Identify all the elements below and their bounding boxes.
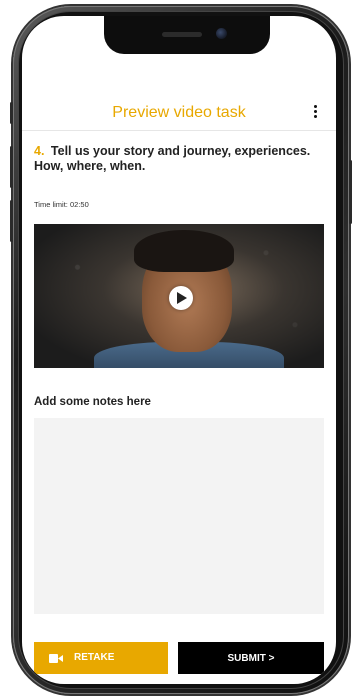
question-number: 4.: [34, 144, 45, 158]
retake-button[interactable]: RETAKE: [34, 642, 168, 674]
mute-switch: [10, 102, 13, 124]
front-camera-icon: [216, 28, 227, 39]
video-camera-icon: [49, 654, 63, 663]
app-stage: Preview video task 4. Tell us your story…: [0, 0, 354, 699]
phone-screen: Preview video task 4. Tell us your story…: [22, 16, 336, 684]
question-body: Tell us your story and journey, experien…: [34, 144, 311, 173]
video-thumbnail-hair: [134, 230, 234, 272]
speaker-grille: [162, 32, 202, 37]
play-button[interactable]: [169, 286, 193, 310]
volume-up-button: [10, 146, 13, 188]
app-header: Preview video task: [22, 88, 336, 131]
volume-down-button: [10, 200, 13, 242]
power-button: [349, 160, 352, 224]
play-icon: [177, 292, 187, 304]
retake-label: RETAKE: [74, 652, 115, 663]
notch: [104, 16, 270, 54]
notes-label: Add some notes here: [34, 396, 151, 408]
time-limit: Time limit: 02:50: [34, 200, 89, 209]
page-title: Preview video task: [112, 104, 246, 121]
video-preview[interactable]: [34, 224, 324, 368]
notes-textarea[interactable]: [34, 418, 324, 614]
question-text: 4. Tell us your story and journey, exper…: [34, 144, 324, 174]
kebab-menu-icon[interactable]: [312, 105, 318, 121]
submit-button[interactable]: SUBMIT >: [178, 642, 324, 674]
